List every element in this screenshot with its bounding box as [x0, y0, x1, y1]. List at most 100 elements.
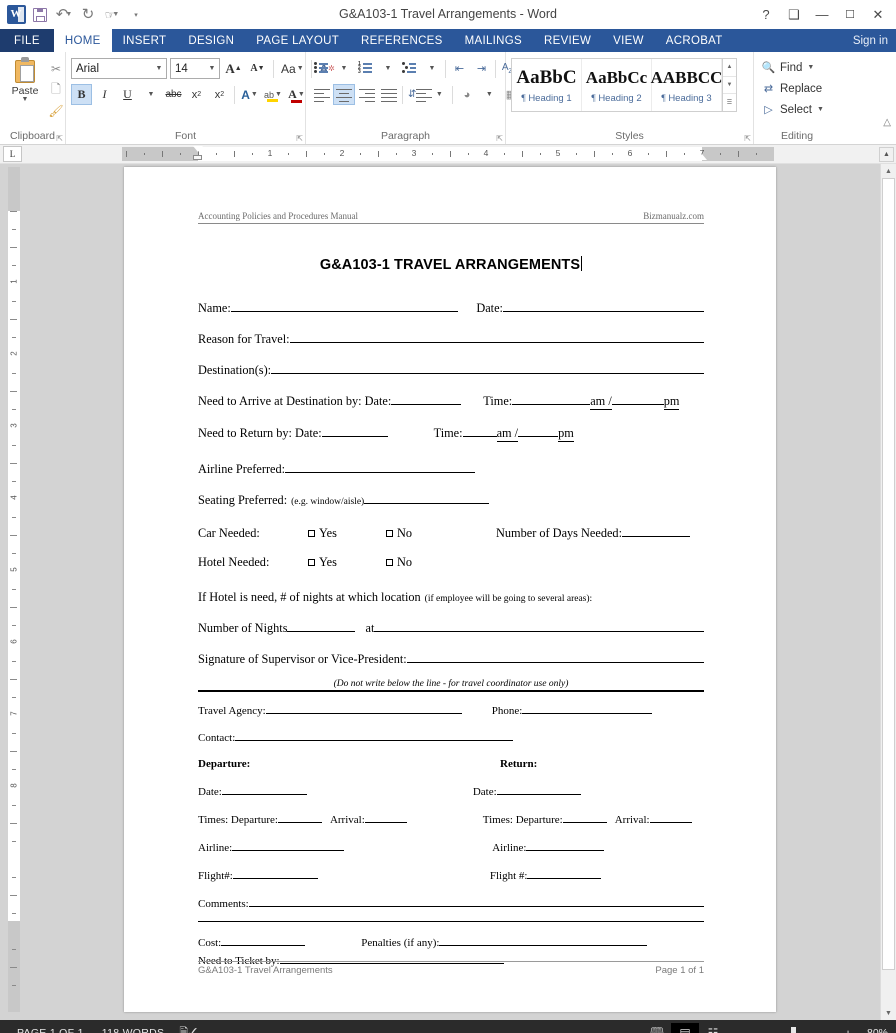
field-row-seating-preferred[interactable]: Seating Preferred: (e.g. window/aisle) — [198, 491, 704, 508]
car-no-option[interactable]: No — [386, 526, 496, 541]
vertical-scrollbar[interactable]: ▲ ▼ — [880, 164, 896, 1020]
hotel-yes-option[interactable]: Yes — [308, 555, 386, 570]
multilevel-list-icon[interactable] — [399, 58, 420, 79]
underline-dropdown-icon[interactable]: ▼ — [140, 84, 161, 105]
hotel-no-checkbox[interactable] — [386, 559, 393, 566]
destinations-input-line[interactable] — [271, 361, 704, 374]
phone-input-line[interactable] — [522, 701, 653, 714]
increase-indent-icon[interactable]: ⇥ — [471, 58, 492, 79]
departure-airline-input-line[interactable] — [232, 838, 345, 851]
return-time-input-line[interactable] — [462, 424, 497, 437]
comments-input-line[interactable] — [248, 894, 704, 907]
field-row-contact[interactable]: Contact: — [198, 728, 704, 744]
document-page[interactable]: Accounting Policies and Procedures Manua… — [124, 167, 776, 1012]
maximize-button[interactable]: ☐ — [836, 2, 864, 28]
shading-dropdown-icon[interactable]: ▼ — [478, 84, 499, 105]
arrive-time-input-line[interactable] — [512, 392, 591, 405]
seating-preferred-input-line[interactable] — [364, 491, 490, 504]
car-yes-checkbox[interactable] — [308, 530, 315, 537]
cut-icon[interactable]: ✂ — [47, 61, 65, 77]
font-size-combobox[interactable]: 14 ▼ — [170, 58, 220, 79]
departure-flight-input-line[interactable] — [232, 866, 318, 879]
styles-more-icon[interactable]: ☰ — [723, 94, 736, 111]
tab-stop-selector[interactable]: L — [3, 146, 22, 162]
field-row-reason[interactable]: Reason for Travel: — [198, 330, 704, 347]
styles-dialog-launcher[interactable]: ⇱ — [744, 134, 751, 143]
styles-scroll-down-icon[interactable]: ▼ — [723, 77, 736, 95]
undo-icon[interactable]: ↶ ▼ — [53, 4, 75, 26]
return-date-input-line[interactable] — [321, 424, 388, 437]
zoom-slider[interactable] — [750, 1027, 837, 1033]
shrink-font-button[interactable]: A ▼ — [247, 58, 268, 79]
minimize-button[interactable]: — — [808, 2, 836, 28]
field-row-car-needed[interactable]: Car Needed: Yes No Number of Days Needed… — [198, 524, 704, 541]
touch-mode-icon[interactable]: ☞ ▼ — [101, 4, 123, 26]
zoom-out-button[interactable]: − — [735, 1026, 745, 1033]
numbering-icon[interactable]: 123 — [355, 58, 376, 79]
redo-icon[interactable]: ↻ — [77, 4, 99, 26]
field-row-name-date[interactable]: Name: Date: — [198, 299, 704, 316]
return-time-input-line-2[interactable] — [562, 810, 607, 823]
name-input-line[interactable] — [230, 299, 459, 312]
clipboard-dialog-launcher[interactable]: ⇱ — [56, 134, 63, 143]
style-heading-1[interactable]: AaBbC ¶ Heading 1 — [512, 59, 582, 111]
styles-scroll-up-icon[interactable]: ▲ — [723, 59, 736, 77]
field-row-cost-penalties[interactable]: Cost: Penalties (if any): — [198, 933, 704, 949]
select-dropdown-icon[interactable]: ▼ — [817, 106, 824, 113]
print-layout-icon[interactable]: ▤ — [670, 1023, 699, 1033]
field-row-dates[interactable]: Date: Date: — [198, 782, 704, 798]
left-indent-marker[interactable] — [193, 155, 203, 161]
copy-icon[interactable]: 🗋 — [47, 82, 65, 98]
field-row-signature[interactable]: Signature of Supervisor or Vice-Presiden… — [198, 650, 704, 667]
align-right-button[interactable] — [356, 84, 377, 105]
line-spacing-dropdown-icon[interactable]: ▼ — [428, 84, 449, 105]
first-line-indent-marker[interactable] — [193, 146, 203, 152]
superscript-button[interactable]: x2 — [209, 84, 230, 105]
paste-button[interactable]: Paste ▼ — [5, 57, 45, 119]
number-of-nights-input-line[interactable] — [287, 619, 356, 632]
proofing-errors-icon[interactable]: 🗎✓ — [173, 1024, 203, 1033]
collapse-ribbon-icon[interactable]: △ — [883, 117, 891, 128]
paragraph-dialog-launcher[interactable]: ⇱ — [496, 134, 503, 143]
style-heading-2[interactable]: AaBbCc ¶ Heading 2 — [582, 59, 652, 111]
font-family-combobox[interactable]: Arial ▼ — [71, 58, 167, 79]
airline-preferred-input-line[interactable] — [285, 460, 476, 473]
horizontal-ruler[interactable]: L 1234567 ▲ — [0, 145, 896, 164]
return-pm-input-line[interactable] — [518, 424, 559, 437]
decrease-indent-icon[interactable]: ⇤ — [449, 58, 470, 79]
grow-font-button[interactable]: A ▲ — [223, 58, 244, 79]
font-size-dropdown-icon[interactable]: ▼ — [205, 65, 219, 72]
change-case-button[interactable]: Aa ▼ — [279, 58, 306, 79]
date-input-line[interactable] — [502, 299, 704, 312]
signature-input-line[interactable] — [406, 650, 704, 663]
comments-input-line-2[interactable] — [198, 910, 704, 922]
return-date-input-line[interactable] — [496, 782, 581, 795]
tab-file[interactable]: FILE — [0, 29, 54, 52]
right-indent-marker[interactable] — [697, 154, 707, 160]
italic-button[interactable]: I — [94, 84, 115, 105]
hotel-no-option[interactable]: No — [386, 555, 412, 570]
align-center-button[interactable] — [333, 84, 355, 105]
field-row-flights[interactable]: Flight#: Flight #: — [198, 866, 704, 882]
departure-date-input-line[interactable] — [221, 782, 307, 795]
shading-icon[interactable]: ◕ — [456, 84, 477, 105]
hotel-yes-checkbox[interactable] — [308, 559, 315, 566]
underline-button[interactable]: U — [117, 84, 138, 105]
reason-input-line[interactable] — [289, 330, 704, 343]
zoom-level-label[interactable]: 80% — [861, 1027, 888, 1033]
customize-qat-icon[interactable]: ▾ — [125, 4, 147, 26]
tab-mailings[interactable]: MAILINGS — [454, 29, 533, 52]
field-row-return[interactable]: Need to Return by: Date: Time: am / pm — [198, 424, 704, 442]
return-arrival-input-line[interactable] — [649, 810, 692, 823]
save-icon[interactable] — [29, 4, 51, 26]
tab-page-layout[interactable]: PAGE LAYOUT — [245, 29, 350, 52]
sign-in-button[interactable]: Sign in — [845, 29, 896, 52]
field-row-destinations[interactable]: Destination(s): — [198, 361, 704, 378]
car-yes-option[interactable]: Yes — [308, 526, 386, 541]
zoom-slider-thumb[interactable] — [790, 1027, 796, 1033]
field-row-travel-agency[interactable]: Travel Agency: Phone: — [198, 701, 704, 717]
field-row-airline-preferred[interactable]: Airline Preferred: — [198, 460, 704, 477]
return-airline-input-line[interactable] — [526, 838, 605, 851]
line-spacing-icon[interactable]: ⇵ — [406, 84, 433, 105]
document-body[interactable]: Accounting Policies and Procedures Manua… — [198, 211, 704, 967]
